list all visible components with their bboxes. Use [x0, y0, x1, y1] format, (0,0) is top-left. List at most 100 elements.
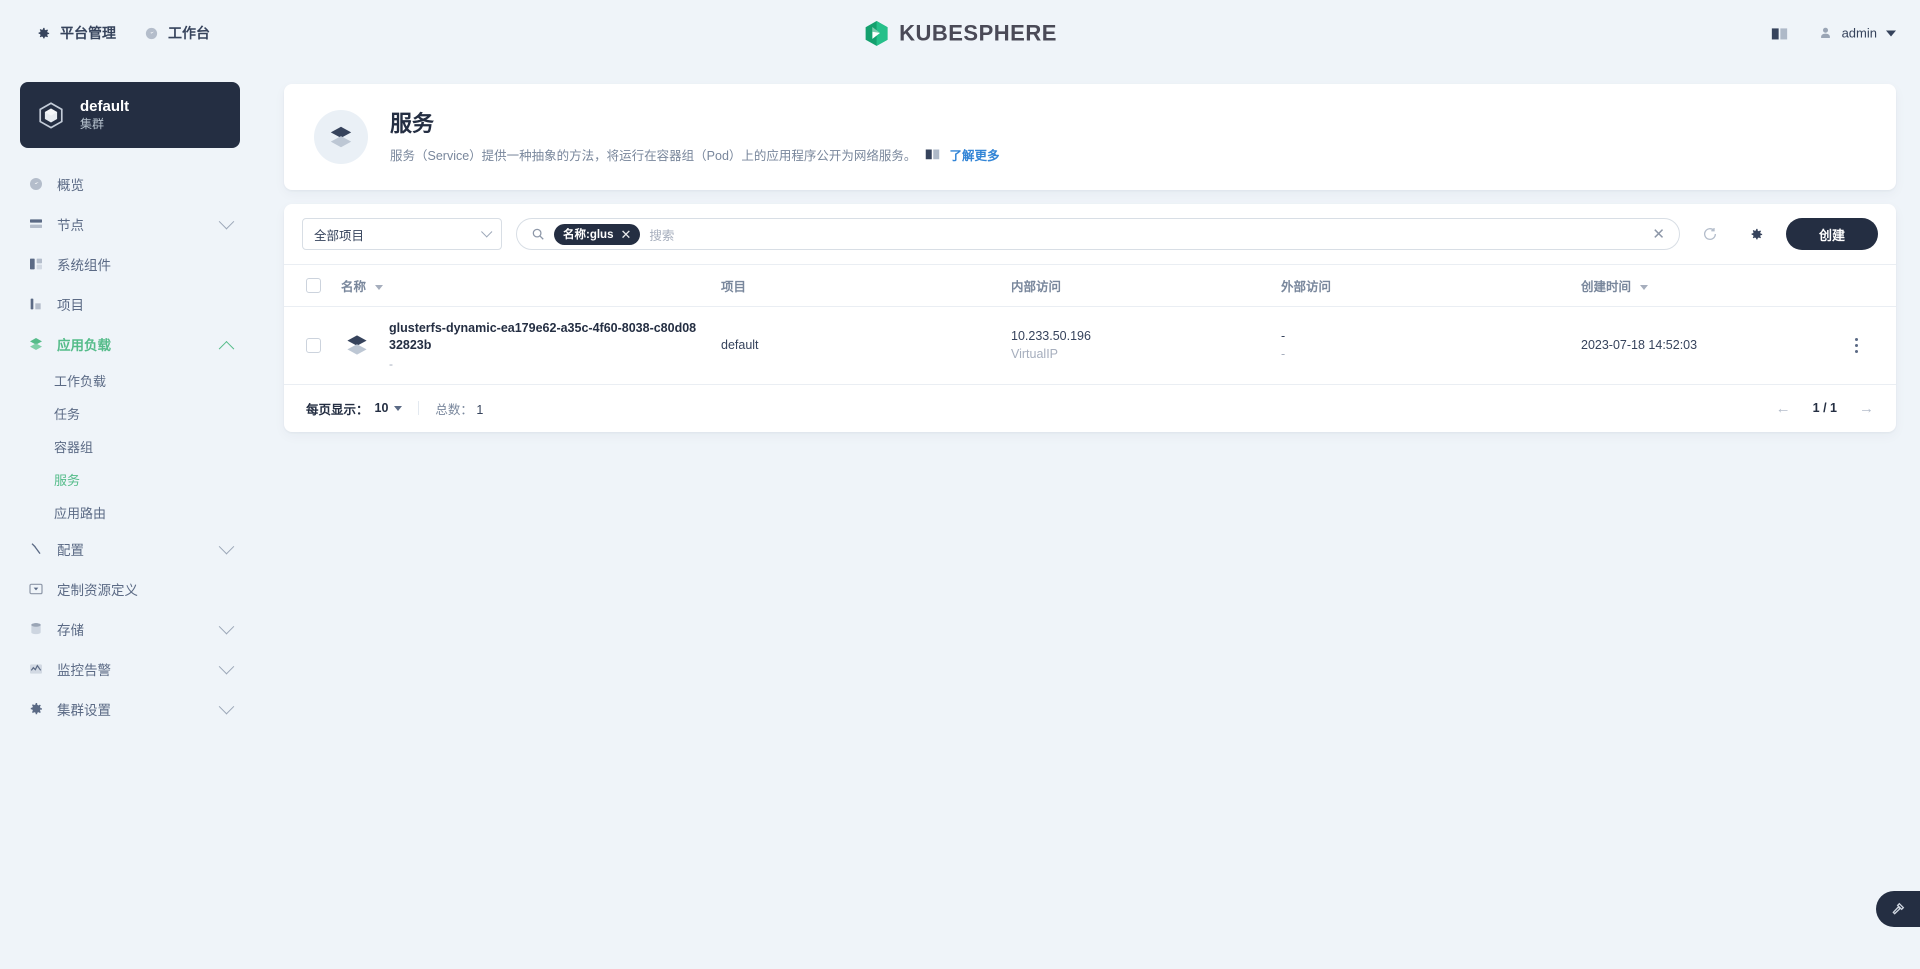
chevron-down-icon	[1886, 30, 1896, 36]
user-menu[interactable]: admin	[1818, 26, 1896, 41]
sidebar-item-label: 定制资源定义	[57, 583, 138, 598]
top-nav-label: 工作台	[168, 25, 210, 41]
sidebar-item-workloads[interactable]: 应用负载	[20, 324, 240, 364]
sidebar-item-projects[interactable]: 项目	[20, 284, 240, 324]
monitor-icon	[28, 661, 44, 677]
book-icon	[925, 148, 940, 160]
column-label: 创建时间	[1581, 280, 1632, 294]
total-value: 1	[476, 402, 484, 417]
sidebar-subitem-label: 工作负载	[54, 374, 107, 389]
service-name[interactable]: glusterfs-dynamic-ea179e62-a35c-4f60-803…	[389, 320, 701, 354]
create-button[interactable]: 创建	[1786, 218, 1878, 250]
cell-project: default	[711, 306, 1001, 385]
sidebar-subitem-workloads[interactable]: 工作负载	[54, 364, 240, 397]
project-filter-value: 全部项目	[314, 228, 365, 243]
chevron-down-icon	[218, 213, 235, 229]
select-all-checkbox[interactable]	[306, 278, 321, 293]
column-label: 外部访问	[1281, 280, 1332, 294]
page-banner: 服务 服务（Service）提供一种抽象的方法，将运行在容器组（Pod）上的应用…	[284, 84, 1896, 190]
prev-page-button[interactable]: ←	[1776, 401, 1791, 416]
sidebar-menu: 概览 节点 系统组件 项目 应用负载 工作负载 任务 容器组 服务 应用路由 配…	[20, 164, 240, 729]
top-header: 平台管理 工作台 KUBESPHERE admin	[0, 0, 1920, 66]
top-nav-item-workbench[interactable]: 工作台	[130, 17, 224, 49]
column-header-internal-access: 内部访问	[1001, 264, 1271, 307]
sidebar-item-overview[interactable]: 概览	[20, 164, 240, 204]
sidebar-item-crd[interactable]: 定制资源定义	[20, 569, 240, 609]
cell-external-access: - -	[1271, 306, 1571, 385]
pagination-bar: 每页显示： 10 总数： 1 ← 1 / 1 →	[284, 385, 1896, 432]
cell-created-time: 2023-07-18 14:52:03	[1571, 306, 1836, 385]
sidebar-item-label: 节点	[57, 218, 84, 233]
sidebar-item-components[interactable]: 系统组件	[20, 244, 240, 284]
page-title: 服务	[390, 111, 435, 137]
sidebar-subitem-ingresses[interactable]: 应用路由	[54, 496, 240, 529]
clear-search-icon[interactable]: ✕	[1644, 225, 1665, 243]
page-description-text: 服务（Service）提供一种抽象的方法，将运行在容器组（Pod）上的应用程序公…	[390, 148, 917, 163]
sidebar-item-nodes[interactable]: 节点	[20, 204, 240, 244]
project-filter-select[interactable]: 全部项目	[302, 218, 502, 250]
config-icon	[28, 541, 44, 557]
sort-caret-icon[interactable]	[1639, 285, 1648, 291]
pager: ← 1 / 1 →	[1776, 401, 1874, 416]
column-label: 内部访问	[1011, 280, 1062, 294]
column-header-actions	[1836, 264, 1896, 307]
sidebar-subitem-services[interactable]: 服务	[54, 463, 240, 496]
table-row[interactable]: glusterfs-dynamic-ea179e62-a35c-4f60-803…	[284, 306, 1896, 385]
column-header-external-access: 外部访问	[1271, 264, 1571, 307]
refresh-icon	[1702, 226, 1718, 242]
sidebar-item-storage[interactable]: 存储	[20, 609, 240, 649]
more-vertical-icon[interactable]	[1846, 337, 1866, 353]
overview-icon	[28, 176, 44, 192]
table-settings-button[interactable]	[1740, 218, 1772, 250]
cluster-name: default	[80, 97, 130, 115]
brand-logo[interactable]: KUBESPHERE	[863, 20, 1057, 47]
per-page-select[interactable]: 每页显示： 10	[306, 399, 403, 418]
column-label: 名称	[341, 280, 367, 294]
toolbox-button[interactable]	[1876, 891, 1920, 927]
next-page-button[interactable]: →	[1859, 401, 1874, 416]
search-filter-tag[interactable]: 名称:glus ✕	[554, 223, 641, 245]
close-icon[interactable]: ✕	[620, 228, 631, 241]
storage-icon	[28, 621, 44, 637]
column-header-name[interactable]: 名称	[331, 264, 711, 307]
sidebar-subitem-pods[interactable]: 容器组	[54, 430, 240, 463]
learn-more-link[interactable]: 了解更多	[949, 145, 999, 164]
sidebar-subitem-jobs[interactable]: 任务	[54, 397, 240, 430]
sidebar-subitem-label: 应用路由	[54, 506, 107, 521]
external-line-1: -	[1281, 329, 1286, 344]
project-icon	[28, 296, 44, 312]
chevron-down-icon	[218, 538, 235, 554]
sidebar-item-label: 存储	[57, 623, 84, 638]
row-select-cell	[284, 306, 331, 385]
kubesphere-logo-icon	[863, 20, 890, 47]
sort-caret-icon[interactable]	[374, 285, 383, 291]
top-nav-label: 平台管理	[60, 25, 116, 41]
chevron-down-icon	[481, 226, 493, 238]
search-placeholder: 搜索	[649, 228, 675, 243]
gear-icon	[36, 26, 51, 41]
avatar	[1818, 26, 1833, 41]
cell-name: glusterfs-dynamic-ea179e62-a35c-4f60-803…	[331, 306, 711, 385]
cluster-type: 集群	[80, 117, 105, 132]
node-icon	[28, 216, 44, 232]
sidebar-item-label: 系统组件	[57, 258, 111, 273]
book-icon[interactable]	[1771, 26, 1788, 40]
sidebar-item-monitoring[interactable]: 监控告警	[20, 649, 240, 689]
cluster-selector[interactable]: default 集群	[20, 82, 240, 148]
external-line-2: -	[1281, 347, 1286, 362]
main-content: 服务 服务（Service）提供一种抽象的方法，将运行在容器组（Pod）上的应用…	[260, 66, 1920, 969]
settings-icon	[28, 701, 44, 717]
dashboard-icon	[144, 26, 159, 41]
brand-text: KUBESPHERE	[899, 20, 1057, 45]
row-checkbox[interactable]	[306, 337, 321, 353]
sidebar-subitem-label: 服务	[54, 473, 81, 488]
refresh-button[interactable]	[1694, 218, 1726, 250]
sidebar-item-cluster-settings[interactable]: 集群设置	[20, 689, 240, 729]
column-header-created-time[interactable]: 创建时间	[1571, 264, 1836, 307]
top-nav-item-platform[interactable]: 平台管理	[22, 17, 130, 49]
total-label: 总数：	[435, 402, 473, 417]
sidebar-item-label: 监控告警	[57, 663, 111, 678]
search-input[interactable]: 名称:glus ✕ 搜索 ✕	[516, 218, 1680, 250]
sidebar-item-config[interactable]: 配置	[20, 529, 240, 569]
sidebar-subitem-label: 任务	[54, 407, 81, 422]
